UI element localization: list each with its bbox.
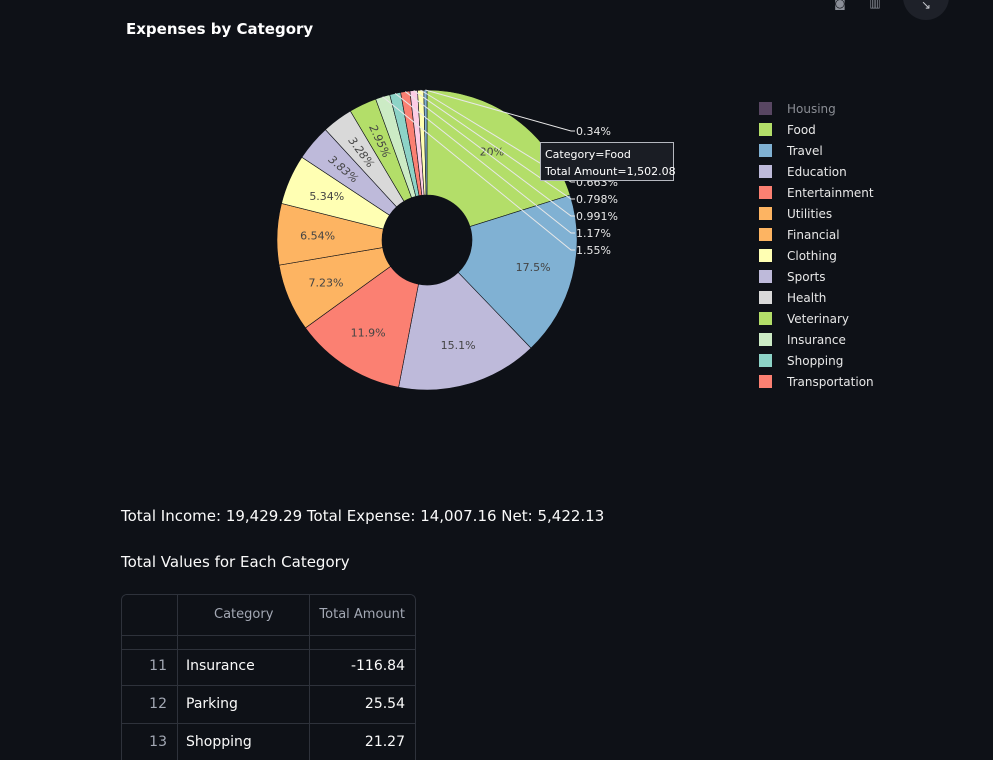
slice-label: 7.23%: [309, 276, 344, 289]
slice-label: 15.1%: [441, 339, 476, 352]
legend-label: Financial: [787, 227, 840, 242]
legend-label: Health: [787, 290, 827, 305]
table-row[interactable]: 11 Insurance -116.84: [122, 648, 415, 686]
chart-legend: Housing Food Travel Education Entertainment U…: [759, 98, 874, 392]
row-amount[interactable]: 21.27: [310, 724, 415, 760]
table-row[interactable]: 12 Parking 25.54: [122, 686, 415, 724]
legend-swatch: [759, 312, 772, 325]
totals-summary: Total Income: 19,429.29 Total Expense: 1…: [121, 507, 605, 525]
legend-item[interactable]: Transportation: [759, 371, 874, 392]
legend-swatch: [759, 354, 772, 367]
slice-label-outside: 1.55%: [576, 244, 611, 257]
legend-item[interactable]: Entertainment: [759, 182, 874, 203]
legend-label: Veterinary: [787, 311, 850, 326]
slice-label: 17.5%: [516, 261, 551, 274]
table-header: Category Total Amount: [122, 595, 415, 636]
legend-label: Clothing: [787, 248, 837, 263]
legend-swatch: [759, 333, 772, 346]
slice-label-outside: 0.34%: [576, 125, 611, 138]
row-category[interactable]: Shopping: [178, 724, 310, 760]
category-header[interactable]: Category: [178, 595, 310, 635]
category-table[interactable]: Category Total Amount 11 Insurance -116.84…: [121, 594, 416, 760]
legend-item[interactable]: Housing: [759, 98, 874, 119]
legend-item[interactable]: Shopping: [759, 350, 874, 371]
legend-swatch: [759, 375, 772, 388]
legend-swatch: [759, 207, 772, 220]
slice-label-outside: 1.17%: [576, 227, 611, 240]
table-title: Total Values for Each Category: [121, 553, 350, 571]
legend-item[interactable]: Travel: [759, 140, 874, 161]
row-index[interactable]: 11: [122, 648, 178, 685]
table-body: 11 Insurance -116.84 12 Parking 25.54 13 Shoppi…: [122, 648, 415, 760]
legend-item[interactable]: Food: [759, 119, 874, 140]
index-header[interactable]: [122, 595, 178, 635]
legend-label: Insurance: [787, 332, 846, 347]
legend-swatch: [759, 270, 772, 283]
chart-tooltip: Category=Food Total Amount=1,502.08: [540, 142, 676, 181]
slice-label-outside: 0.798%: [576, 193, 618, 206]
legend-swatch: [759, 291, 772, 304]
legend-swatch: [759, 102, 772, 115]
row-category[interactable]: Parking: [178, 686, 310, 723]
legend-item[interactable]: Health: [759, 287, 874, 308]
legend-label: Entertainment: [787, 185, 874, 200]
legend-item[interactable]: Financial: [759, 224, 874, 245]
legend-label: Housing: [787, 101, 836, 116]
legend-label: Food: [787, 122, 816, 137]
legend-swatch: [759, 186, 772, 199]
total-amount-header[interactable]: Total Amount: [310, 595, 415, 635]
slice-label: 11.9%: [351, 326, 386, 339]
legend-swatch: [759, 249, 772, 262]
legend-label: Education: [787, 164, 847, 179]
legend-item[interactable]: Insurance: [759, 329, 874, 350]
legend-label: Travel: [787, 143, 823, 158]
row-index[interactable]: 12: [122, 686, 178, 723]
legend-swatch: [759, 228, 772, 241]
row-category[interactable]: Insurance: [178, 648, 310, 685]
legend-item[interactable]: Sports: [759, 266, 874, 287]
row-amount[interactable]: -116.84: [310, 648, 415, 685]
slice-label: 5.34%: [309, 190, 344, 203]
slice-label-outside: 0.991%: [576, 210, 618, 223]
legend-label: Shopping: [787, 353, 844, 368]
row-amount[interactable]: 25.54: [310, 686, 415, 723]
legend-label: Transportation: [787, 374, 874, 389]
tooltip-line1: Category=Food: [545, 148, 631, 161]
legend-label: Utilities: [787, 206, 833, 221]
legend-item[interactable]: Utilities: [759, 203, 874, 224]
tooltip-line2: Total Amount=1,502.08: [545, 165, 676, 178]
table-row[interactable]: 13 Shopping 21.27: [122, 724, 415, 760]
legend-swatch: [759, 123, 772, 136]
slice-label: 6.54%: [300, 230, 335, 243]
legend-item[interactable]: Veterinary: [759, 308, 874, 329]
legend-swatch: [759, 165, 772, 178]
legend-label: Sports: [787, 269, 826, 284]
legend-item[interactable]: Clothing: [759, 245, 874, 266]
row-index[interactable]: 13: [122, 724, 178, 760]
legend-item[interactable]: Education: [759, 161, 874, 182]
legend-swatch: [759, 144, 772, 157]
